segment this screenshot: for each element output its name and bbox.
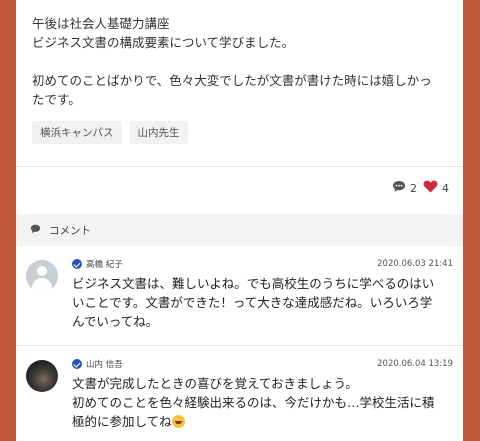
avatar-photo[interactable]: [26, 360, 58, 392]
comment-timestamp: 2020.06.03 21:41: [377, 259, 453, 269]
post-line: 初めてのことばかりで、色々大変でしたが文書が書けた時には嬉しかっ: [32, 73, 432, 88]
comment-item: 高橋 紀子 2020.06.03 21:41 ビジネス文書は、難しいよね。でも高…: [16, 258, 463, 331]
comment-author[interactable]: 山内 信吾: [86, 358, 123, 370]
comments-title: コメント: [49, 224, 91, 237]
comment-line: ビジネス文書は、難しいよね。でも高校生のうちに学べるのはい: [72, 276, 435, 291]
comments-header: コメント: [16, 214, 463, 246]
post-body: 午後は社会人基礎力講座 ビジネス文書の構成要素について学びました。 初めてのこと…: [16, 0, 463, 109]
comment-text: 文書が完成したときの喜びを覚えておきましょう。 初めてのことを色々経験出来るのは…: [72, 374, 453, 431]
post-card: 午後は社会人基礎力講座 ビジネス文書の構成要素について学びました。 初めてのこと…: [16, 0, 463, 441]
comment-bubble-icon[interactable]: [392, 180, 406, 196]
post-line: ビジネス文書の構成要素について学びました。: [32, 35, 295, 50]
comment-line: 文書が完成したときの喜びを覚えておきましょう。: [72, 376, 358, 391]
divider: [16, 345, 463, 346]
verified-check-icon: [72, 359, 82, 369]
post-line: 午後は社会人基礎力講座: [32, 16, 170, 31]
tag-list: 横浜キャンパス 山内先生: [16, 109, 463, 144]
tag-campus[interactable]: 横浜キャンパス: [32, 121, 122, 144]
comment-line: 極的に参加してね: [72, 412, 453, 431]
post-line: たです。: [32, 92, 81, 107]
comment-item: 山内 信吾 2020.06.04 13:19 文書が完成したときの喜びを覚えてお…: [16, 358, 463, 431]
comment-author[interactable]: 高橋 紀子: [86, 258, 123, 270]
grinning-emoji-icon: [171, 415, 185, 428]
like-count: 4: [442, 181, 449, 195]
comment-line: んでいってね。: [72, 314, 159, 329]
divider: [16, 166, 463, 167]
comment-section-icon: [30, 224, 41, 237]
comment-text: ビジネス文書は、難しいよね。でも高校生のうちに学べるのはい いことです。文書がで…: [72, 274, 453, 331]
avatar-placeholder[interactable]: [26, 260, 58, 292]
reactions-bar: 2 4: [392, 180, 449, 196]
verified-check-icon: [72, 259, 82, 269]
comment-line: いことです。文書ができた！って大きな達成感だね。いろいろ学: [72, 295, 433, 310]
comment-line-text: 極的に参加してね: [72, 414, 172, 429]
comment-timestamp: 2020.06.04 13:19: [377, 359, 453, 369]
tag-teacher[interactable]: 山内先生: [129, 121, 188, 144]
comment-line: 初めてのことを色々経験出来るのは、今だけかも…学校生活に積: [72, 395, 435, 410]
heart-icon[interactable]: [423, 180, 438, 196]
comment-count: 2: [410, 181, 417, 195]
